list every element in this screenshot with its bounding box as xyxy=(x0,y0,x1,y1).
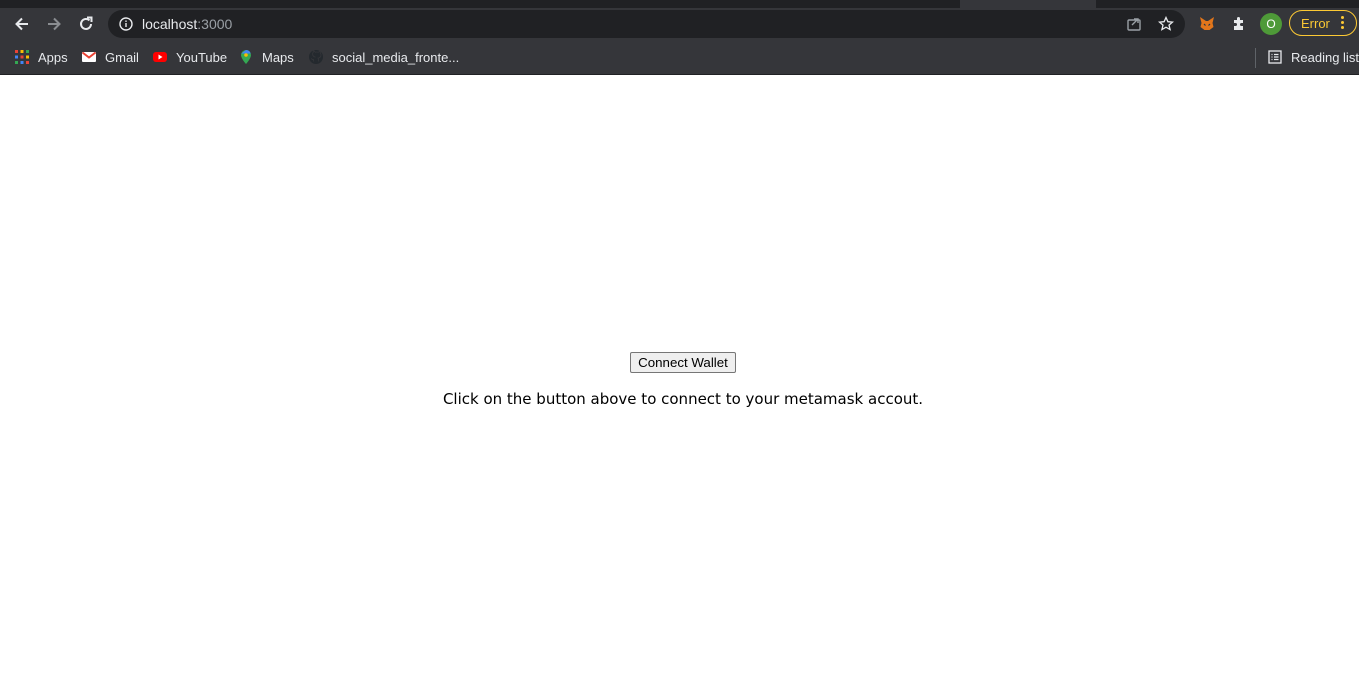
puzzle-piece-icon xyxy=(1234,17,1243,30)
page-viewport: Connect Wallet Click on the button above… xyxy=(0,75,1359,686)
bookmark-label: Apps xyxy=(38,49,68,65)
bookmark-maps[interactable]: Maps xyxy=(238,48,294,66)
profile-avatar[interactable]: O xyxy=(1260,13,1282,35)
maps-icon xyxy=(238,49,254,65)
bookmark-star-icon[interactable] xyxy=(1158,16,1174,32)
tab-strip xyxy=(0,0,1359,8)
extensions-button[interactable] xyxy=(1228,13,1250,35)
forward-arrow-icon xyxy=(48,17,61,31)
bookmark-label: social_media_fronte... xyxy=(332,49,460,65)
connect-wallet-button[interactable]: Connect Wallet xyxy=(630,352,736,373)
metamask-fox-icon xyxy=(1200,17,1214,30)
bookmarks-divider xyxy=(1255,48,1256,68)
reading-list-button[interactable]: Reading list xyxy=(1267,48,1359,66)
youtube-icon xyxy=(152,49,168,65)
kebab-menu-icon xyxy=(1341,16,1345,31)
github-icon xyxy=(308,49,324,65)
metamask-extension-button[interactable] xyxy=(1196,13,1218,35)
forward-button[interactable] xyxy=(42,12,66,36)
share-icon[interactable] xyxy=(1126,16,1142,32)
active-tab-edge[interactable] xyxy=(960,0,1096,8)
back-button[interactable] xyxy=(10,12,34,36)
connect-instructions: Click on the button above to connect to … xyxy=(442,390,924,408)
bookmark-gmail[interactable]: Gmail xyxy=(81,48,139,66)
bookmark-apps[interactable]: Apps xyxy=(14,48,68,66)
error-menu-button[interactable]: Error xyxy=(1289,10,1357,36)
url-text[interactable]: localhost:3000 xyxy=(142,16,232,32)
apps-grid-icon xyxy=(14,49,30,65)
url-host: localhost xyxy=(142,16,198,32)
bookmark-youtube[interactable]: YouTube xyxy=(152,48,227,66)
url-port: :3000 xyxy=(197,16,233,32)
error-label: Error xyxy=(1301,16,1330,31)
reload-button[interactable] xyxy=(74,12,98,36)
gmail-icon xyxy=(81,49,97,65)
bookmark-social-media-frontend[interactable]: social_media_fronte... xyxy=(308,48,459,66)
site-info-icon[interactable] xyxy=(119,17,133,31)
address-bar[interactable]: localhost:3000 xyxy=(108,10,1185,38)
reading-list-label: Reading list xyxy=(1291,49,1359,65)
reading-list-icon xyxy=(1267,49,1283,65)
bookmarks-bar: Apps Gmail YouTube Maps social_media_fro… xyxy=(0,40,1359,75)
bookmark-label: YouTube xyxy=(176,49,228,65)
back-arrow-icon xyxy=(15,17,28,31)
browser-toolbar: localhost:3000 O Error xyxy=(0,8,1359,40)
reload-icon xyxy=(80,16,93,30)
bookmark-label: Gmail xyxy=(105,49,139,65)
bookmark-label: Maps xyxy=(262,49,294,65)
